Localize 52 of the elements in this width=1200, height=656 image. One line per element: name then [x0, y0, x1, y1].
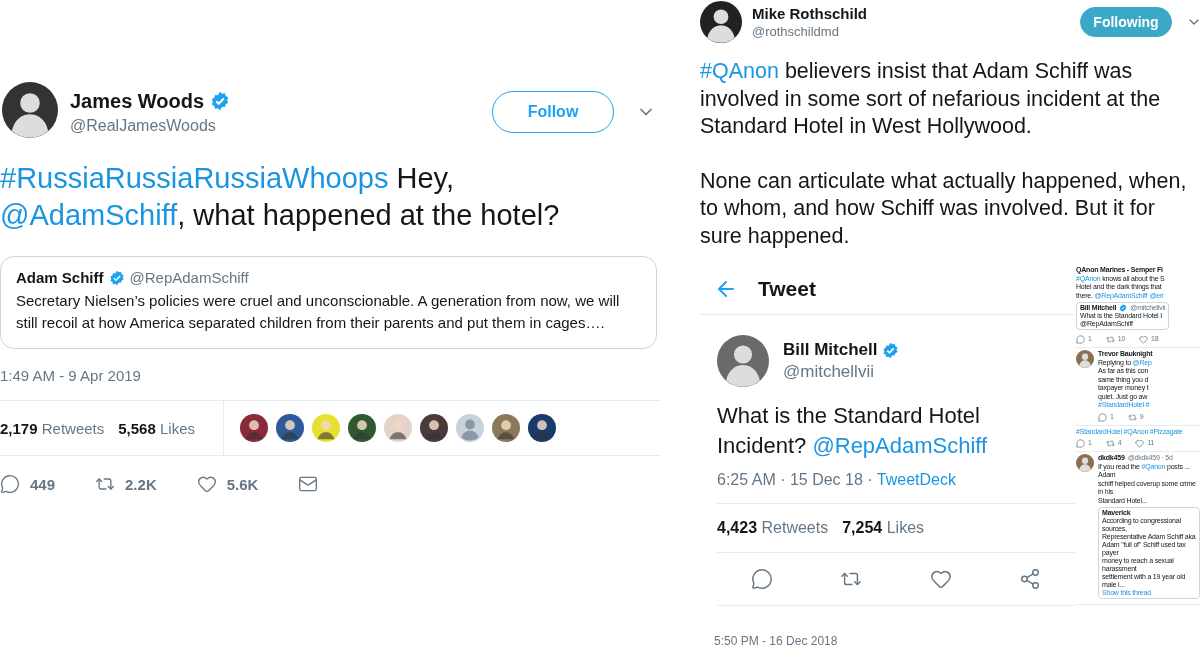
reply-icon [1076, 335, 1085, 344]
timestamp[interactable]: 1:49 AM - 9 Apr 2019 [0, 367, 660, 384]
mail-icon [298, 474, 319, 494]
tweet-text: What is the Standard Hotel Incident? @RepAdamSchiff [717, 402, 989, 460]
hashtag-link[interactable]: #RussiaRussiaRussiaWhoops [0, 162, 389, 194]
mention-link[interactable]: @AdamSchiff [0, 199, 178, 231]
author-handle[interactable]: @mitchellvii [783, 362, 900, 382]
following-button[interactable]: Following [1080, 7, 1172, 37]
tweet-text: #QAnon believers insist that Adam Schiff was involved in some sort of nefarious incident at the Standard Hotel in West Hollywood. [700, 58, 1162, 140]
reply-icon [1076, 439, 1085, 448]
share-icon [1019, 568, 1042, 590]
avatar[interactable] [2, 82, 58, 138]
author-handle[interactable]: @RepAdamSchiff [129, 269, 249, 286]
author-handle[interactable]: @RealJamesWoods [70, 116, 231, 135]
share-button[interactable] [1019, 568, 1042, 590]
author-handle[interactable]: @rothschildmd [752, 24, 867, 39]
retweet-icon [1127, 412, 1137, 422]
stat-text[interactable]: 2,179 Retweets [0, 419, 105, 437]
tweet-text: None can articulate what actually happened, when, to whom, and how Schiff was involved. But it for sure happened. [700, 167, 1188, 250]
retweet-button[interactable]: 2.2K [95, 474, 157, 494]
follow-button[interactable]: Follow [492, 91, 614, 133]
author-name[interactable]: Bill Mitchell [783, 340, 878, 360]
quoted-tweet[interactable] [0, 256, 657, 349]
link[interactable]: TweetDeck [876, 471, 956, 488]
like-button[interactable] [929, 568, 952, 590]
retweet-icon [1105, 439, 1115, 448]
reply-button[interactable]: 449 [0, 474, 56, 494]
author-name[interactable]: Adam Schiff [16, 269, 104, 286]
heart-icon [196, 474, 217, 494]
stat-text[interactable]: 4,423 Retweets [717, 519, 829, 537]
stat-text[interactable]: 5,568 Likes [118, 419, 195, 437]
heart-icon [1139, 335, 1149, 344]
heart-icon [929, 568, 952, 590]
like-button[interactable]: 5.6K [196, 474, 259, 494]
heart-icon [1135, 439, 1145, 448]
screen-title: Tweet [758, 277, 816, 301]
stat-text[interactable]: 7,254 Likes [842, 519, 925, 537]
reply-icon [750, 568, 773, 590]
tweet-text: #RussiaRussiaRussiaWhoops Hey, @AdamSchiff, what happened at the hotel? [0, 161, 561, 233]
reply-icon [1098, 412, 1107, 422]
quoted-text: Secretary Nielsen’s policies were cruel and unconscionable. A generation from now, we will still recoil at how America separated children from their parents and put them in cages…. [16, 291, 621, 333]
author-name[interactable]: Mike Rothschild [752, 5, 867, 22]
mention-link[interactable]: @RepAdamSchiff [812, 433, 988, 458]
timestamp: 5:50 PM - 16 Dec 2018 [714, 634, 839, 648]
tweet-meta: 6:25 AM · 15 Dec 18 · TweetDeck [717, 471, 957, 489]
author-name[interactable]: James Woods [70, 89, 205, 113]
retweet-icon [1105, 335, 1115, 344]
reply-button[interactable] [750, 568, 773, 590]
reply-icon [0, 474, 20, 494]
hashtag-link[interactable]: #QAnon [700, 59, 779, 83]
avatar[interactable] [700, 1, 742, 43]
message-button[interactable] [298, 474, 319, 494]
